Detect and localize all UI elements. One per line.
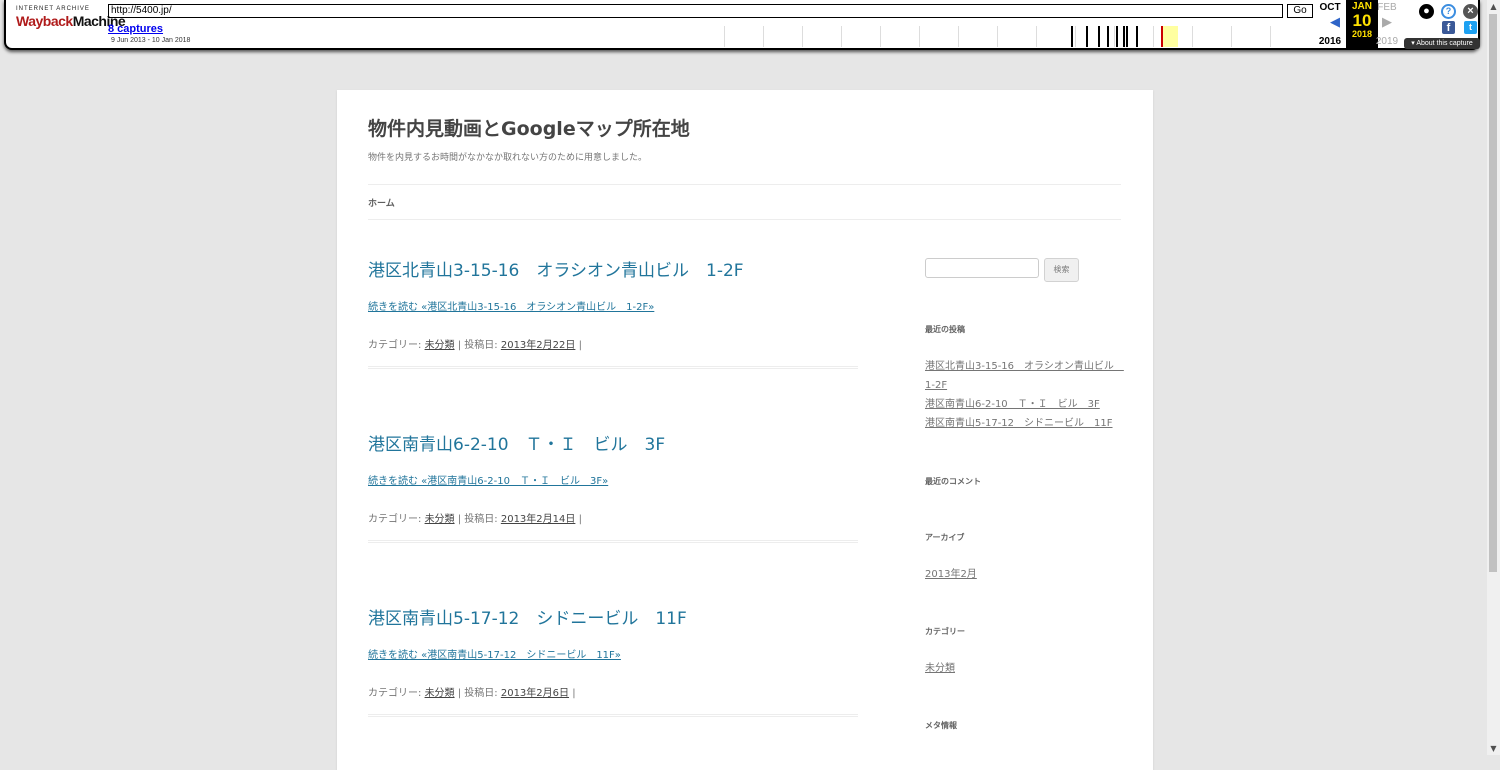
recent-comments-heading: 最近のコメント [925,477,981,486]
categories-heading: カテゴリー [925,627,965,636]
category-link[interactable]: 未分類 [425,688,455,699]
capture-range: 9 Jun 2013 - 10 Jan 2018 [111,37,191,44]
vertical-scrollbar[interactable]: ▲ ▼ [1487,0,1500,755]
meta-heading: メタ情報 [925,721,957,730]
site-title[interactable]: 物件内見動画とGoogleマップ所在地 [368,114,690,141]
meta-category-label: カテゴリー: [368,340,425,351]
archives-heading: アーカイブ [925,533,965,542]
post-entry: 港区南青山6-2-10 Ｔ・Ｉ ビル 3F 続きを読む «港区南青山6-2-10… [368,430,858,543]
post-entry: 港区南青山5-17-12 シドニービル 11F 続きを読む «港区南青山5-17… [368,604,858,717]
archive-link[interactable]: 2013年2月 [925,565,977,584]
close-icon[interactable]: × [1463,4,1478,19]
search-button[interactable]: 検索 [1044,258,1079,282]
post-entry: 港区北青山3-15-16 オラシオン青山ビル 1-2F 続きを読む «港区北青山… [368,256,858,369]
current-capture-mark [1161,26,1163,47]
post-meta: カテゴリー: 未分類 | 投稿日: 2013年2月6日 | [368,684,576,699]
category-link[interactable]: 未分類 [425,514,455,525]
search-input[interactable] [925,258,1039,278]
post-title[interactable]: 港区南青山5-17-12 シドニービル 11F [368,604,858,629]
scroll-down-icon[interactable]: ▼ [1487,742,1500,755]
captures-link[interactable]: 8 captures [108,23,163,35]
wayback-toolbar: INTERNET ARCHIVE WaybackMachine http://5… [4,0,1480,50]
wayback-logo[interactable]: INTERNET ARCHIVE WaybackMachine [16,6,126,40]
post-title[interactable]: 港区南青山6-2-10 Ｔ・Ｉ ビル 3F [368,430,858,455]
date-link[interactable]: 2013年2月14日 [501,514,576,525]
next-year-label: 2019 [1375,36,1399,47]
read-more-link[interactable]: 続きを読む «港区南青山6-2-10 Ｔ・Ｉ ビル 3F» [368,472,608,487]
prev-capture-arrow-icon[interactable]: ◀ [1330,16,1340,29]
nav-home-link[interactable]: ホーム [368,196,395,209]
prev-month-label[interactable]: OCT [1312,2,1348,13]
recent-post-link[interactable]: 港区南青山5-17-12 シドニービル 11F [925,414,1113,433]
meta-date-label: | 投稿日: [454,688,501,699]
meta-date-label: | 投稿日: [454,340,501,351]
facebook-icon[interactable]: f [1442,21,1455,34]
meta-category-label: カテゴリー: [368,688,425,699]
recent-post-link[interactable]: 港区北青山3-15-16 オラシオン青山ビル [925,357,1124,376]
help-icon[interactable]: ? [1441,4,1456,19]
read-more-link[interactable]: 続きを読む «港区北青山3-15-16 オラシオン青山ビル 1-2F» [368,298,654,313]
post-title[interactable]: 港区北青山3-15-16 オラシオン青山ビル 1-2F [368,256,858,281]
prev-year-label[interactable]: 2016 [1312,36,1348,47]
scroll-thumb[interactable] [1489,14,1497,572]
next-capture-arrow-icon: ▶ [1382,15,1392,30]
meta-separator: | [569,688,576,699]
nav-bottom-divider [368,219,1121,220]
capture-sparkline[interactable] [724,26,1314,47]
recent-posts-heading: 最近の投稿 [925,325,965,334]
meta-separator: | [575,340,582,351]
nav-top-divider [368,184,1121,185]
next-month-label: FEB [1377,2,1397,13]
post-divider [368,366,858,369]
wayback-url-input[interactable]: http://5400.jp/ [108,4,1283,18]
logo-internet-archive: INTERNET ARCHIVE [16,6,90,12]
post-divider [368,714,858,717]
current-day: 10 [1352,11,1372,30]
date-link[interactable]: 2013年2月6日 [501,688,569,699]
meta-category-label: カテゴリー: [368,514,425,525]
about-capture-button[interactable]: ▾ About this capture [1404,38,1480,49]
site-description: 物件を内見するお時間がなかなか取れない方のために用意しました。 [368,153,648,163]
recent-post-link[interactable]: 港区南青山6-2-10 Ｔ・Ｉ ビル 3F [925,395,1100,414]
category-link[interactable]: 未分類 [425,340,455,351]
twitter-icon[interactable]: t [1464,21,1477,34]
go-button[interactable]: Go [1287,4,1313,18]
scroll-up-icon[interactable]: ▲ [1487,0,1500,13]
date-link[interactable]: 2013年2月22日 [501,340,576,351]
current-year-highlight [1162,26,1178,47]
post-meta: カテゴリー: 未分類 | 投稿日: 2013年2月14日 | [368,510,582,525]
logo-wayback: Wayback [16,13,73,29]
post-divider [368,540,858,543]
page-content: 物件内見動画とGoogleマップ所在地 物件を内見するお時間がなかなか取れない方… [337,90,1153,770]
user-account-icon[interactable]: ● [1419,4,1434,19]
read-more-link[interactable]: 続きを読む «港区南青山5-17-12 シドニービル 11F» [368,646,621,661]
category-widget-link[interactable]: 未分類 [925,659,955,678]
meta-date-label: | 投稿日: [454,514,501,525]
meta-separator: | [575,514,582,525]
recent-post-link[interactable]: 1-2F [925,376,947,395]
post-meta: カテゴリー: 未分類 | 投稿日: 2013年2月22日 | [368,336,582,351]
